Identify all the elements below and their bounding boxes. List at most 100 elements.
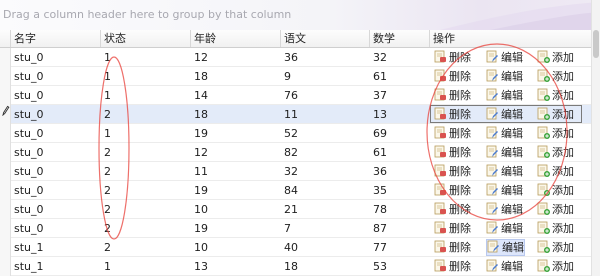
delete-button[interactable]: 删除 (434, 259, 471, 274)
cell-age[interactable]: 10 (191, 238, 281, 257)
cell-age[interactable]: 14 (191, 86, 281, 105)
column-header-name[interactable]: 名字 (11, 30, 101, 47)
cell-age[interactable]: 19 (191, 124, 281, 143)
row-indicator[interactable] (0, 162, 11, 181)
cell-age[interactable]: 12 (191, 143, 281, 162)
row-indicator[interactable] (0, 181, 11, 200)
table-row[interactable]: stu_0 2 19 7 87 删除 编辑 添加 (0, 219, 600, 238)
row-indicator[interactable] (0, 257, 11, 276)
edit-button[interactable]: 编辑 (486, 239, 525, 256)
cell-age[interactable]: 18 (191, 67, 281, 86)
cell-name[interactable]: stu_0 (11, 48, 101, 67)
cell-status[interactable]: 1 (101, 124, 191, 143)
column-header-operations[interactable]: 操作 (430, 30, 592, 47)
row-indicator[interactable] (0, 219, 11, 238)
cell-math[interactable]: 87 (370, 219, 430, 238)
edit-button[interactable]: 编辑 (486, 259, 523, 274)
table-row[interactable]: stu_1 2 10 40 77 删除 编辑 添加 (0, 238, 600, 257)
column-header-status[interactable]: 状态 (101, 30, 191, 47)
column-header-chinese[interactable]: 语文 (281, 30, 370, 47)
cell-name[interactable]: stu_0 (11, 200, 101, 219)
cell-math[interactable]: 37 (370, 86, 430, 105)
cell-age[interactable]: 19 (191, 219, 281, 238)
add-button[interactable]: 添加 (537, 240, 574, 255)
add-button[interactable]: 添加 (537, 145, 574, 160)
cell-math[interactable]: 61 (370, 143, 430, 162)
cell-chinese[interactable]: 40 (281, 238, 370, 257)
add-button[interactable]: 添加 (537, 183, 574, 198)
cell-status[interactable]: 2 (101, 238, 191, 257)
cell-name[interactable]: stu_0 (11, 124, 101, 143)
cell-name[interactable]: stu_1 (11, 238, 101, 257)
row-indicator[interactable] (0, 124, 11, 143)
edit-button[interactable]: 编辑 (486, 145, 523, 160)
row-indicator[interactable] (0, 238, 11, 257)
add-button[interactable]: 添加 (537, 164, 574, 179)
cell-status[interactable]: 1 (101, 86, 191, 105)
row-indicator[interactable] (0, 67, 11, 86)
cell-status[interactable]: 2 (101, 105, 191, 124)
edit-button[interactable]: 编辑 (486, 164, 523, 179)
delete-button[interactable]: 删除 (434, 240, 471, 255)
row-indicator[interactable] (0, 86, 11, 105)
group-by-panel[interactable]: Drag a column header here to group by th… (0, 0, 600, 31)
cell-chinese[interactable]: 82 (281, 143, 370, 162)
edit-button[interactable]: 编辑 (486, 183, 523, 198)
cell-status[interactable]: 2 (101, 143, 191, 162)
row-indicator[interactable] (0, 105, 11, 124)
delete-button[interactable]: 删除 (434, 126, 471, 141)
cell-status[interactable]: 2 (101, 181, 191, 200)
cell-math[interactable]: 78 (370, 200, 430, 219)
cell-age[interactable]: 18 (191, 105, 281, 124)
row-indicator[interactable] (0, 48, 11, 67)
table-row[interactable]: stu_0 2 11 32 36 删除 编辑 添加 (0, 162, 600, 181)
delete-button[interactable]: 删除 (434, 88, 471, 103)
edit-button[interactable]: 编辑 (486, 69, 523, 84)
cell-age[interactable]: 13 (191, 257, 281, 276)
cell-status[interactable]: 1 (101, 67, 191, 86)
table-row[interactable]: stu_0 2 12 82 61 删除 编辑 添加 (0, 143, 600, 162)
cell-chinese[interactable]: 32 (281, 162, 370, 181)
cell-math[interactable]: 35 (370, 181, 430, 200)
cell-name[interactable]: stu_0 (11, 181, 101, 200)
edit-button[interactable]: 编辑 (486, 126, 523, 141)
cell-chinese[interactable]: 18 (281, 257, 370, 276)
vertical-scrollbar[interactable] (591, 0, 600, 276)
cell-chinese[interactable]: 9 (281, 67, 370, 86)
column-header-math[interactable]: 数学 (370, 30, 430, 47)
delete-button[interactable]: 删除 (434, 221, 471, 236)
table-row[interactable]: stu_0 1 18 9 61 删除 编辑 添加 (0, 67, 600, 86)
table-row[interactable]: stu_0 2 19 84 35 删除 编辑 添加 (0, 181, 600, 200)
table-row[interactable]: stu_0 1 14 76 37 删除 编辑 添加 (0, 86, 600, 105)
cell-status[interactable]: 1 (101, 48, 191, 67)
cell-name[interactable]: stu_0 (11, 105, 101, 124)
cell-name[interactable]: stu_1 (11, 257, 101, 276)
table-row[interactable]: stu_0 2 10 21 78 删除 编辑 添加 (0, 200, 600, 219)
cell-math[interactable]: 53 (370, 257, 430, 276)
delete-button[interactable]: 删除 (434, 145, 471, 160)
add-button[interactable]: 添加 (537, 50, 574, 65)
add-button[interactable]: 添加 (537, 126, 574, 141)
scrollbar-thumb[interactable] (593, 30, 599, 58)
add-button[interactable]: 添加 (537, 221, 574, 236)
table-row[interactable]: stu_0 2 18 11 13 删除 编辑 添加 (0, 105, 600, 124)
delete-button[interactable]: 删除 (434, 183, 471, 198)
cell-age[interactable]: 12 (191, 48, 281, 67)
add-button[interactable]: 添加 (537, 69, 574, 84)
cell-chinese[interactable]: 21 (281, 200, 370, 219)
delete-button[interactable]: 删除 (434, 69, 471, 84)
delete-button[interactable]: 删除 (434, 164, 471, 179)
cell-age[interactable]: 10 (191, 200, 281, 219)
cell-chinese[interactable]: 52 (281, 124, 370, 143)
edit-button[interactable]: 编辑 (486, 88, 523, 103)
cell-math[interactable]: 61 (370, 67, 430, 86)
cell-status[interactable]: 2 (101, 200, 191, 219)
cell-name[interactable]: stu_0 (11, 219, 101, 238)
edit-button[interactable]: 编辑 (486, 221, 523, 236)
cell-math[interactable]: 32 (370, 48, 430, 67)
cell-chinese[interactable]: 84 (281, 181, 370, 200)
cell-name[interactable]: stu_0 (11, 162, 101, 181)
add-button[interactable]: 添加 (537, 202, 574, 217)
edit-button[interactable]: 编辑 (486, 202, 523, 217)
add-button[interactable]: 添加 (537, 259, 574, 274)
